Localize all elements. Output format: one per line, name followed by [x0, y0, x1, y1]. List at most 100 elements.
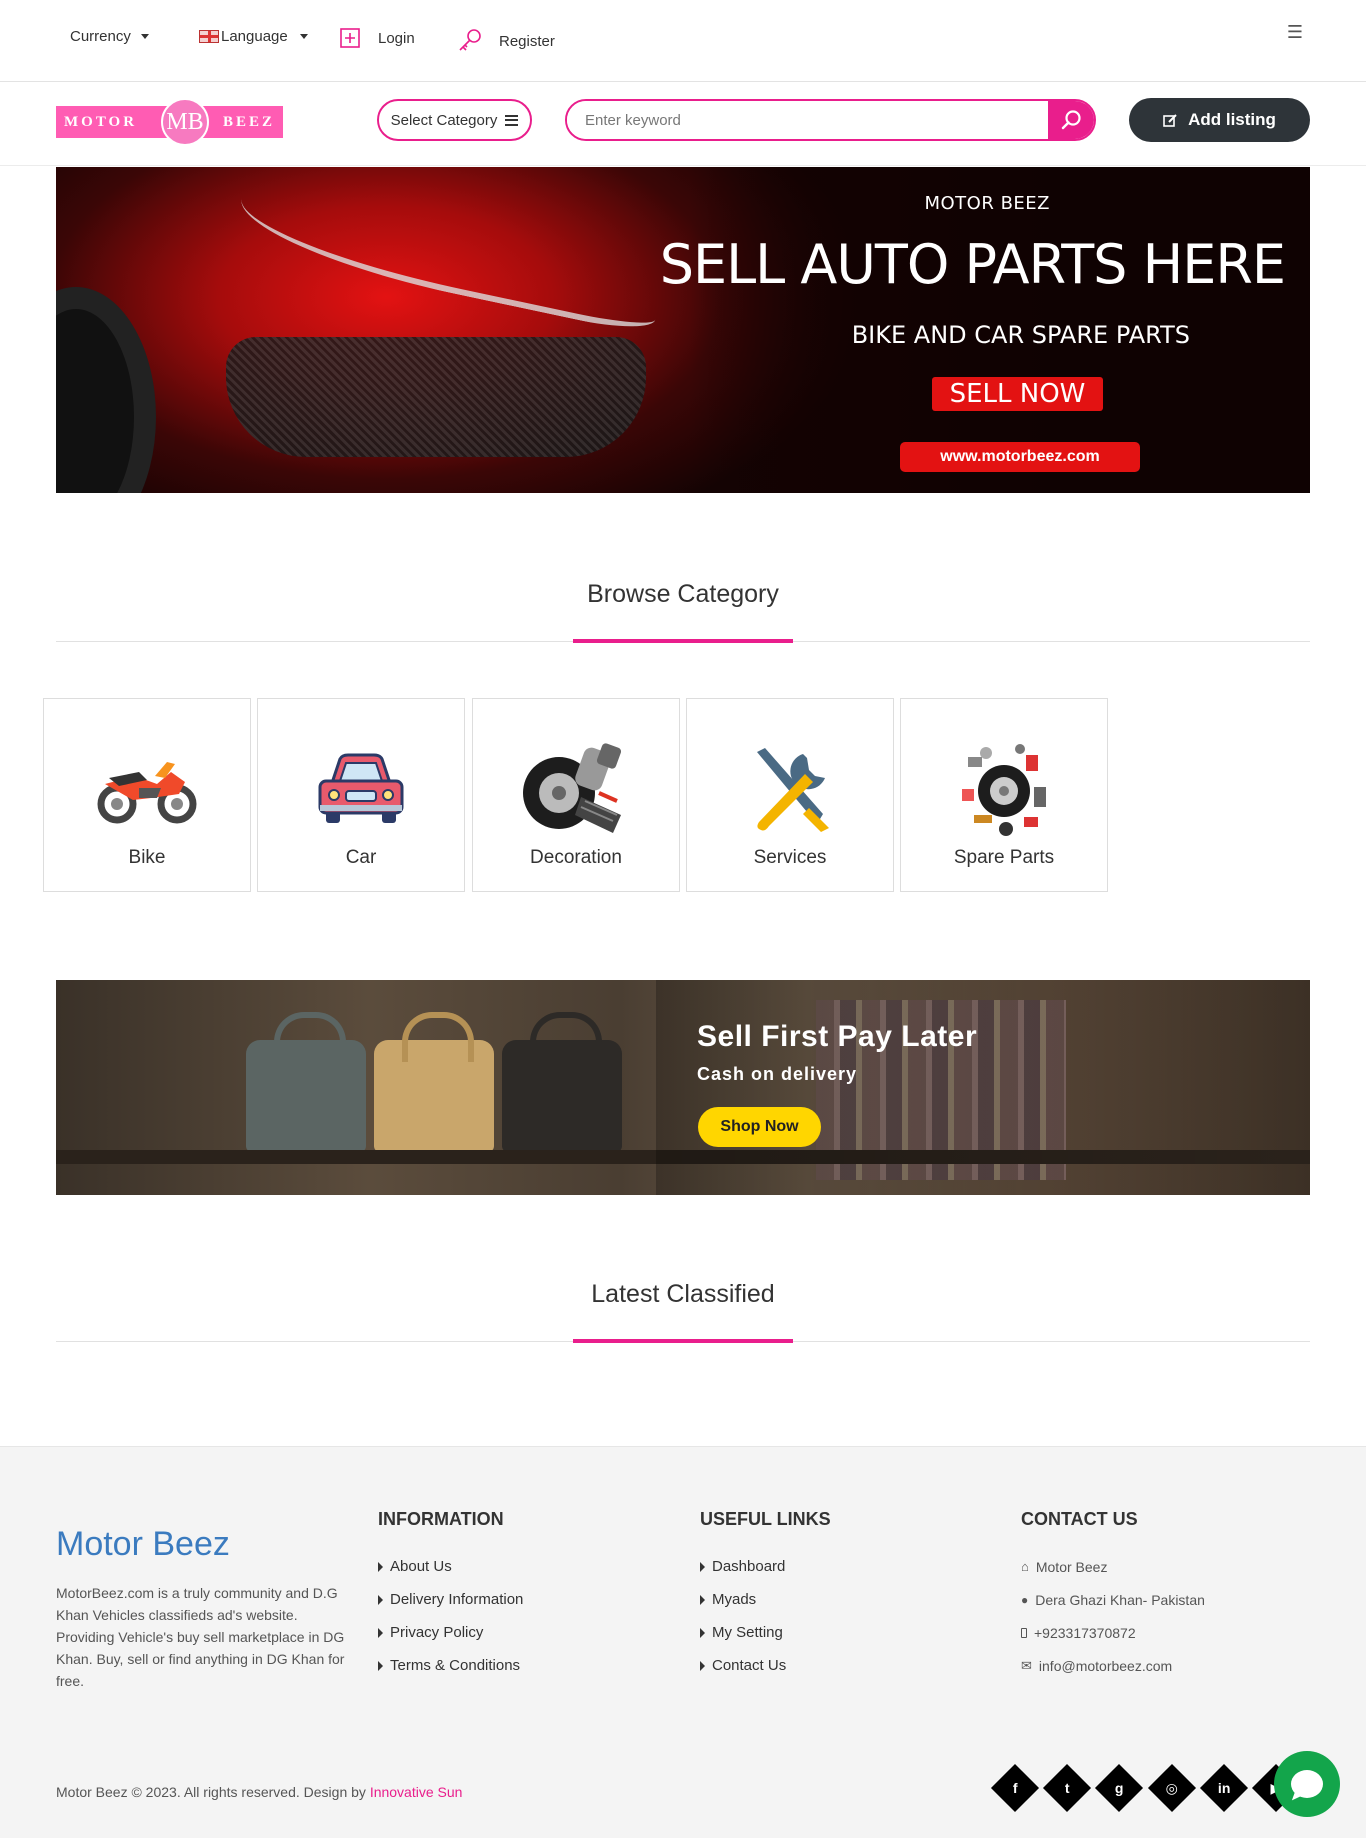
caret-down-icon [299, 34, 308, 39]
caret-right-icon [700, 1594, 705, 1605]
envelope-icon: ✉ [1021, 1657, 1032, 1673]
hero-url[interactable]: www.motorbeez.com [900, 442, 1140, 472]
wheel-exhaust-icon [473, 739, 679, 839]
whatsapp-chat-button[interactable] [1274, 1751, 1340, 1817]
currency-dropdown[interactable]: Currency [70, 28, 149, 45]
currency-label: Currency [70, 28, 131, 45]
footer-link-my-setting[interactable]: My Setting [700, 1616, 831, 1649]
footer-link-dashboard[interactable]: Dashboard [700, 1550, 831, 1583]
contact-phone-text: +923317370872 [1034, 1624, 1136, 1641]
sell-now-button[interactable]: SELL NOW [932, 377, 1103, 411]
copyright-text: Motor Beez © 2023. All rights reserved. … [56, 1784, 366, 1800]
search-bar [565, 99, 1096, 141]
category-label: Car [345, 847, 377, 868]
facebook-icon[interactable]: f [990, 1763, 1040, 1813]
caret-right-icon [378, 1594, 383, 1605]
flag-icon [199, 30, 219, 43]
footer-link-myads[interactable]: Myads [700, 1583, 831, 1616]
tools-icon [687, 739, 893, 839]
footer-link-terms[interactable]: Terms & Conditions [378, 1649, 523, 1682]
contact-email[interactable]: ✉ info@motorbeez.com [1021, 1649, 1205, 1682]
search-icon [1061, 110, 1081, 130]
menu-icon[interactable]: ☰ [1287, 22, 1303, 43]
footer-link-about-us[interactable]: About Us [378, 1550, 523, 1583]
designer-link[interactable]: Innovative Sun [370, 1784, 463, 1800]
select-category-button[interactable]: Select Category [377, 99, 532, 141]
footer-link-contact-us[interactable]: Contact Us [700, 1649, 831, 1682]
contact-phone[interactable]: +923317370872 [1021, 1616, 1205, 1649]
category-label: Services [753, 847, 827, 868]
caret-right-icon [378, 1561, 383, 1572]
login-link[interactable]: Login [340, 28, 415, 48]
shop-now-button[interactable]: Shop Now [698, 1107, 821, 1147]
title-underline [573, 639, 793, 643]
footer-link-privacy[interactable]: Privacy Policy [378, 1616, 523, 1649]
handbag-graphic [374, 1012, 494, 1152]
register-link[interactable]: Register [457, 28, 555, 54]
search-input[interactable] [567, 101, 1048, 139]
linkedin-icon[interactable]: in [1199, 1763, 1249, 1813]
logo-text-left: MOTOR [64, 113, 138, 130]
map-marker-icon: ● [1021, 1592, 1029, 1607]
category-card-car[interactable]: Car [257, 698, 465, 892]
site-logo[interactable]: MOTOR MB BEEZ [56, 98, 283, 146]
category-card-decoration[interactable]: Decoration [472, 698, 680, 892]
search-button[interactable] [1048, 101, 1094, 139]
footer-link-label: Myads [712, 1591, 757, 1608]
footer-link-label: Dashboard [712, 1558, 786, 1575]
category-card-bike[interactable]: Bike [43, 698, 251, 892]
footer-information-title: INFORMATION [378, 1509, 504, 1529]
category-card-services[interactable]: Services [686, 698, 894, 892]
footer-contact: CONTACT US ⌂ Motor Beez ● Dera Ghazi Khan-… [1021, 1509, 1205, 1682]
twitter-icon[interactable]: t [1042, 1763, 1092, 1813]
caret-right-icon [378, 1660, 383, 1671]
car-icon [258, 739, 464, 839]
footer-contact-title: CONTACT US [1021, 1509, 1138, 1529]
footer-information: INFORMATION About Us Delivery Informatio… [378, 1509, 523, 1682]
promo-overlay [656, 980, 1310, 1195]
caret-right-icon [700, 1627, 705, 1638]
login-label: Login [378, 29, 415, 47]
google-plus-icon[interactable]: g [1094, 1763, 1144, 1813]
language-label: Language [221, 28, 288, 45]
add-listing-button[interactable]: Add listing [1129, 98, 1310, 142]
contact-name-text: Motor Beez [1035, 1558, 1108, 1575]
footer-brand: Motor Beez [56, 1525, 230, 1563]
footer-useful-title: USEFUL LINKS [700, 1509, 831, 1529]
top-bar: Currency Language Login Register ☰ [0, 0, 1366, 82]
add-listing-label: Add listing [1188, 110, 1276, 129]
category-card-spare-parts[interactable]: Spare Parts [900, 698, 1108, 892]
caret-right-icon [378, 1627, 383, 1638]
handbag-graphic [246, 1012, 366, 1152]
select-category-label: Select Category [390, 111, 498, 129]
footer-link-delivery[interactable]: Delivery Information [378, 1583, 523, 1616]
contact-name: ⌂ Motor Beez [1021, 1550, 1205, 1583]
handbag-graphic [502, 1012, 622, 1152]
promo-headline: Sell First Pay Later [697, 1020, 978, 1053]
category-label: Spare Parts [953, 847, 1055, 868]
copyright: Motor Beez © 2023. All rights reserved. … [56, 1784, 462, 1800]
instagram-icon[interactable]: ◎ [1147, 1763, 1197, 1813]
caret-right-icon [700, 1561, 705, 1572]
caret-right-icon [700, 1660, 705, 1671]
footer-link-label: Privacy Policy [390, 1624, 484, 1641]
footer: Motor Beez MotorBeez.com is a truly comm… [0, 1446, 1366, 1838]
promo-banner[interactable]: Sell First Pay Later Cash on delivery Sh… [56, 980, 1310, 1195]
language-dropdown[interactable]: Language [199, 28, 308, 45]
caret-down-icon [140, 34, 149, 39]
category-label: Bike [128, 847, 166, 868]
footer-useful-links: USEFUL LINKS Dashboard Myads My Setting … [700, 1509, 831, 1682]
title-underline [573, 1339, 793, 1343]
car-grill-graphic [226, 337, 646, 457]
register-label: Register [499, 32, 555, 50]
key-icon [459, 29, 481, 51]
motorbike-icon [44, 739, 250, 839]
latest-classified-divider [56, 1339, 1310, 1343]
promo-subtitle: Cash on delivery [697, 1064, 858, 1084]
hero-banner[interactable]: MOTOR BEEZ SELL AUTO PARTS HERE BIKE AND… [56, 167, 1310, 493]
hero-subheadline: BIKE AND CAR SPARE PARTS [851, 321, 1190, 349]
spare-parts-icon [901, 739, 1107, 839]
latest-classified-title: Latest Classified [591, 1280, 775, 1308]
footer-about: MotorBeez.com is a truly community and D… [56, 1585, 345, 1689]
contact-address-text: Dera Ghazi Khan- Pakistan [1035, 1591, 1205, 1608]
